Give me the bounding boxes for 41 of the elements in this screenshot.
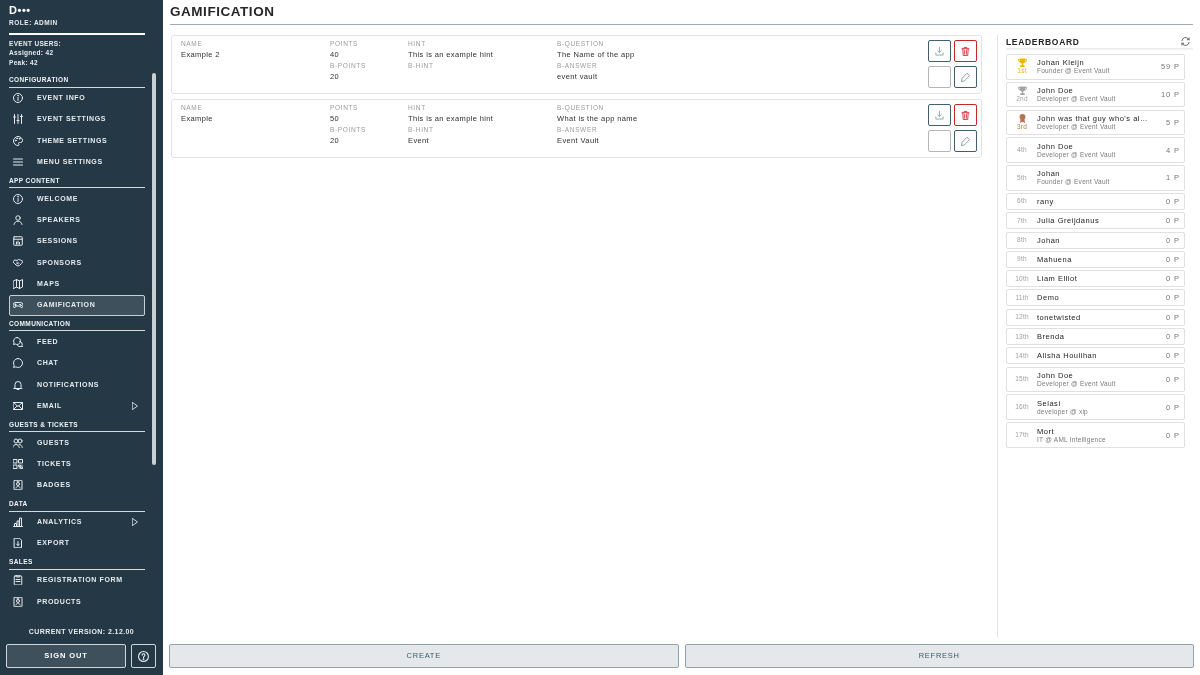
download-icon xyxy=(935,46,944,56)
people-icon xyxy=(13,437,23,448)
help-button[interactable] xyxy=(131,644,156,668)
pencil-icon xyxy=(961,72,970,82)
map-icon xyxy=(13,279,23,289)
refresh-icon xyxy=(1181,37,1190,46)
gamepad-icon xyxy=(13,300,23,311)
leaderboard-title: LEADERBOARD xyxy=(1006,35,1080,48)
bar-chart-icon xyxy=(13,517,23,528)
edit-button[interactable] xyxy=(954,130,977,152)
edit-button[interactable] xyxy=(954,66,977,88)
id-badge-icon xyxy=(13,596,23,607)
calendar-icon xyxy=(13,236,23,247)
sliders-icon xyxy=(13,114,23,125)
chat-bubble-icon xyxy=(13,358,23,369)
palette-icon xyxy=(13,135,23,146)
menu-icon xyxy=(13,157,23,168)
info-icon xyxy=(13,193,23,204)
envelope-icon xyxy=(13,401,23,411)
info-icon xyxy=(13,93,23,104)
trash-icon xyxy=(961,110,970,120)
person-icon xyxy=(13,215,23,226)
bell-icon xyxy=(13,379,23,390)
download-button[interactable] xyxy=(928,104,951,126)
help-icon xyxy=(138,650,149,662)
handshake-icon xyxy=(13,257,23,268)
clipboard-icon xyxy=(13,575,23,586)
pencil-icon xyxy=(961,136,970,146)
trash-icon xyxy=(961,46,970,56)
download-button[interactable] xyxy=(928,40,951,62)
account-name: D••• xyxy=(9,3,32,17)
qr-code-icon xyxy=(13,459,23,470)
delete-button[interactable] xyxy=(954,104,977,126)
scrollbar-thumb[interactable] xyxy=(152,73,156,465)
delete-button[interactable] xyxy=(954,40,977,62)
id-badge-icon xyxy=(13,480,23,491)
download-icon xyxy=(935,110,944,120)
refresh-button[interactable] xyxy=(1181,37,1190,46)
page-title: GAMIFICATION xyxy=(170,4,275,20)
chat-bubbles-icon xyxy=(13,337,23,348)
file-export-icon xyxy=(13,538,23,549)
